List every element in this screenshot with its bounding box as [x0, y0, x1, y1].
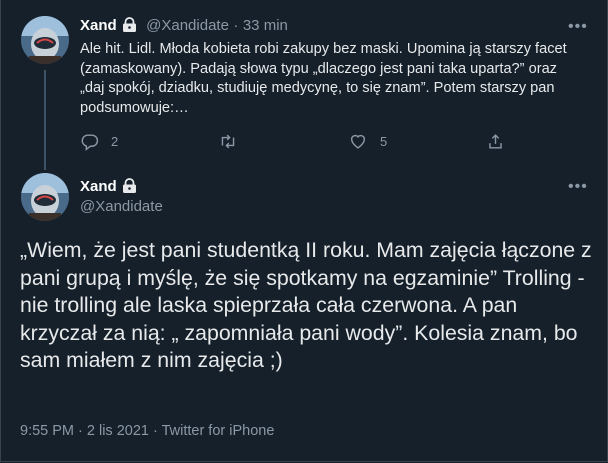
separator: ·	[233, 17, 239, 34]
tweet-timestamp[interactable]: 9:55 PM · 2 lis 2021 · Twitter for iPhon…	[20, 423, 274, 439]
display-name[interactable]: Xand	[80, 178, 117, 195]
reply-count: 2	[111, 134, 119, 149]
tweet1-actions: 2 5	[80, 132, 510, 154]
lock-icon	[121, 178, 138, 198]
avatar[interactable]	[21, 173, 69, 221]
tweet1-text: Ale hit. Lidl. Młoda kobieta robi zakupy…	[80, 41, 567, 116]
share-icon	[489, 134, 502, 149]
tweet-time[interactable]: 33 min	[243, 17, 288, 34]
lock-icon	[121, 17, 138, 37]
handle[interactable]: @Xandidate	[80, 198, 163, 215]
avatar[interactable]	[21, 16, 69, 64]
share-button[interactable]	[486, 132, 505, 151]
more-icon[interactable]: •••	[568, 19, 588, 35]
thread-line	[44, 70, 46, 170]
heart-icon	[350, 134, 366, 149]
retweet-button[interactable]	[218, 132, 238, 151]
display-name[interactable]: Xand	[80, 17, 117, 34]
more-icon[interactable]: •••	[568, 179, 588, 195]
reply-button[interactable]: 2	[80, 132, 118, 151]
reply-icon	[81, 134, 99, 151]
like-count: 5	[380, 134, 388, 149]
tweet1-header: Xand @Xandidate · 33 min	[80, 17, 288, 37]
retweet-icon	[221, 134, 235, 149]
tweet2-text: „Wiem, że jest pani studentką II roku. M…	[20, 238, 592, 373]
handle[interactable]: @Xandidate	[146, 17, 229, 34]
like-button[interactable]: 5	[348, 132, 387, 151]
tweet2-header: Xand	[80, 178, 138, 198]
